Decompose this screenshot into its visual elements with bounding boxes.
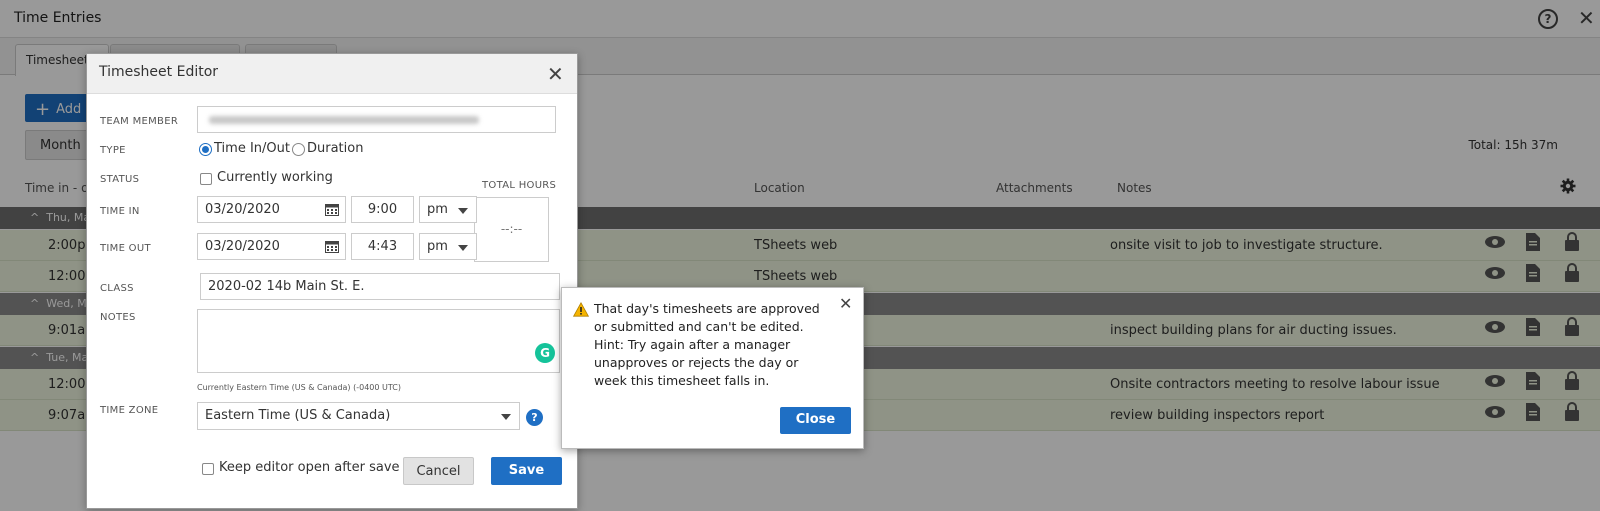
chevron-down-icon [458, 208, 468, 214]
total-hours-display: --:-- [474, 197, 549, 262]
notes-label: NOTES [100, 312, 136, 323]
alert-message: That day's timesheets are approved or su… [594, 301, 820, 388]
time-in-ampm-select[interactable]: pm [419, 196, 477, 223]
time-out-time-field[interactable]: 4:43 [351, 233, 414, 260]
time-out-label: TIME OUT [100, 243, 151, 254]
time-in-date-field[interactable]: 03/20/2020 [197, 196, 346, 223]
help-icon[interactable]: ? [526, 409, 543, 426]
time-out-date-field[interactable]: 03/20/2020 [197, 233, 346, 260]
chevron-down-icon [501, 414, 511, 420]
type-radio-duration[interactable] [292, 143, 305, 156]
team-member-label: TEAM MEMBER [100, 116, 179, 127]
type-label: TYPE [100, 145, 126, 156]
calendar-icon[interactable] [325, 203, 339, 216]
class-field[interactable]: 2020-02 14b Main St. E. [200, 273, 560, 300]
time-zone-select[interactable]: Eastern Time (US & Canada) [197, 402, 520, 430]
grammarly-icon[interactable]: G [535, 343, 555, 363]
team-member-field[interactable] [197, 106, 556, 133]
warning-icon [573, 302, 589, 317]
cancel-button[interactable]: Cancel [403, 457, 474, 485]
editor-title: Timesheet Editor [87, 54, 577, 94]
time-zone-label: TIME ZONE [100, 405, 159, 416]
close-button[interactable]: Close [780, 407, 851, 434]
timesheet-editor-dialog: Timesheet Editor ✕ TEAM MEMBER TYPE Time… [86, 53, 578, 509]
save-button[interactable]: Save [491, 457, 562, 485]
class-label: CLASS [100, 283, 134, 294]
type-option-label: Duration [307, 141, 364, 156]
type-option-label: Time In/Out [214, 141, 290, 156]
chevron-down-icon [458, 245, 468, 251]
total-hours-label: TOTAL HOURS [482, 180, 557, 191]
time-out-ampm-select[interactable]: pm [419, 233, 477, 260]
close-icon[interactable]: ✕ [839, 294, 852, 313]
time-in-label: TIME IN [100, 206, 140, 217]
timezone-hint: Currently Eastern Time (US & Canada) (-0… [197, 383, 401, 392]
close-icon[interactable]: ✕ [547, 62, 564, 86]
time-in-time-field[interactable]: 9:00 [351, 196, 414, 223]
notes-textarea[interactable] [197, 309, 560, 373]
status-label: STATUS [100, 174, 140, 185]
error-alert-dialog: That day's timesheets are approved or su… [561, 287, 864, 449]
keep-open-checkbox[interactable] [202, 463, 214, 475]
currently-working-label: Currently working [217, 170, 333, 185]
type-radio-time-in-out[interactable] [199, 143, 212, 156]
keep-open-label: Keep editor open after save [219, 460, 400, 475]
currently-working-checkbox[interactable] [200, 173, 212, 185]
calendar-icon[interactable] [325, 240, 339, 253]
redacted-name [209, 116, 479, 124]
